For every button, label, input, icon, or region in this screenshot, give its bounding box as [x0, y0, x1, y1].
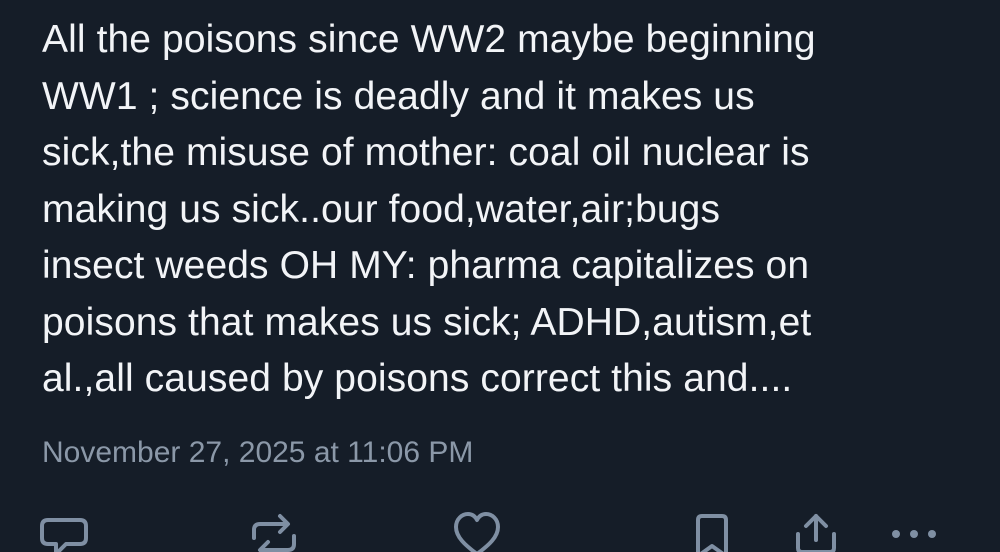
post-text-line: poisons that makes us sick; ADHD,autism,…: [42, 300, 812, 344]
post-text-line: All the poisons since WW2 maybe beginnin…: [42, 18, 816, 61]
post-text: All the poisons since WW2 maybe beginnin…: [42, 12, 992, 408]
bookmark-icon: [696, 514, 728, 552]
share-button[interactable]: [790, 512, 846, 552]
heart-icon: [454, 512, 500, 552]
post-text-line: WW1 ; science is deadly and it makes us: [42, 74, 755, 118]
post-text-line: insect weeds OH MY: pharma capitalizes o…: [42, 244, 810, 287]
share-icon: [796, 514, 836, 552]
repost-button[interactable]: [246, 512, 302, 552]
post-action-bar: [0, 500, 1000, 552]
repost-icon: [252, 514, 296, 552]
more-icon: [892, 530, 936, 538]
bookmark-button[interactable]: [690, 512, 746, 552]
more-options-button[interactable]: [886, 512, 942, 552]
reply-button[interactable]: [36, 512, 92, 552]
post-text-line: al.,all caused by poisons correct this a…: [42, 357, 793, 400]
reply-icon: [40, 518, 88, 552]
post-text-line: making us sick..our food,water,air;bugs: [42, 187, 721, 231]
post-timestamp[interactable]: November 27, 2025 at 11:06 PM: [42, 433, 473, 473]
like-button[interactable]: [451, 512, 507, 552]
post-text-line: sick,the misuse of mother: coal oil nucl…: [42, 131, 810, 174]
